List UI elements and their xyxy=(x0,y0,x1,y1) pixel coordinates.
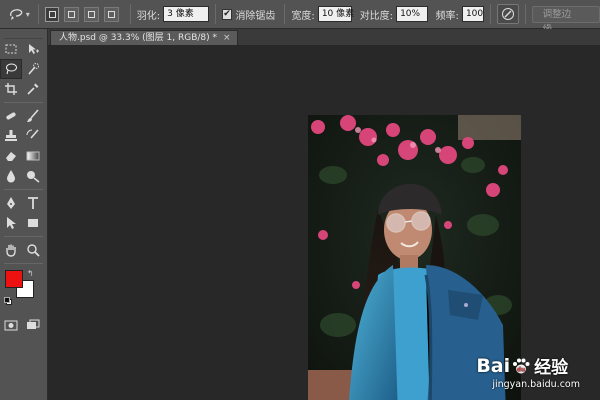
frequency-label: 频率: xyxy=(435,10,459,22)
document-tab-title: 人物.psd @ 33.3% (图层 1, RGB/8) * xyxy=(59,33,218,43)
svg-text:du: du xyxy=(517,366,526,373)
separator xyxy=(524,4,526,24)
spot-healing-tool-icon[interactable] xyxy=(0,106,22,126)
document-tab-strip: 人物.psd @ 33.3% (图层 1, RGB/8) * × xyxy=(48,29,600,45)
switch-colors-icon[interactable]: ↰ xyxy=(27,269,34,278)
frequency-input[interactable]: 100 xyxy=(461,6,484,22)
separator xyxy=(214,4,216,24)
crop-tool-icon[interactable] xyxy=(0,79,22,99)
zoom-tool-icon[interactable] xyxy=(22,240,44,260)
watermark-brand-suffix: 经验 xyxy=(534,358,569,378)
contrast-input[interactable]: 10% xyxy=(396,6,428,22)
canvas-area[interactable]: Bai du 经验 jingyan.baidu.com xyxy=(48,45,600,400)
separator xyxy=(489,4,491,24)
move-tool-icon[interactable] xyxy=(22,39,44,59)
add-to-selection-button[interactable] xyxy=(64,6,80,22)
blur-tool-icon[interactable] xyxy=(0,166,22,186)
tools-panel: ↰ xyxy=(0,29,48,400)
width-input[interactable]: 10 像素 xyxy=(317,6,354,22)
brush-tool-icon[interactable] xyxy=(22,106,44,126)
quick-mask-icon[interactable] xyxy=(0,315,22,335)
pen-pressure-icon xyxy=(501,8,514,20)
foreground-color-swatch[interactable] xyxy=(5,270,23,288)
subtract-from-selection-button[interactable] xyxy=(84,6,99,22)
history-brush-tool-icon[interactable] xyxy=(22,126,44,146)
contrast-label: 对比度: xyxy=(359,10,394,22)
path-selection-tool-icon[interactable] xyxy=(0,213,22,233)
magnetic-lasso-preset-icon[interactable]: ▾ xyxy=(6,3,32,25)
pen-tool-icon[interactable] xyxy=(0,193,22,213)
close-icon[interactable]: × xyxy=(223,33,231,43)
hand-tool-icon[interactable] xyxy=(0,240,22,260)
clone-stamp-tool-icon[interactable] xyxy=(0,126,22,146)
watermark: Bai du 经验 jingyan.baidu.com xyxy=(476,353,580,391)
watermark-url: jingyan.baidu.com xyxy=(492,379,580,390)
separator xyxy=(37,4,39,24)
new-selection-button[interactable] xyxy=(44,6,60,22)
color-swatches: ↰ xyxy=(0,267,47,311)
marquee-tool-icon[interactable] xyxy=(0,39,22,59)
dodge-tool-icon[interactable] xyxy=(22,166,44,186)
watermark-brand: Bai xyxy=(476,354,511,377)
gradient-tool-icon[interactable] xyxy=(22,146,44,166)
lasso-tool-icon[interactable] xyxy=(0,59,22,79)
separator xyxy=(129,4,131,24)
options-bar: ▾ 羽化: 3 像素 ✔ 消除锯齿 宽度: 10 像素 对比度: 10% 频率:… xyxy=(0,0,600,35)
width-label: 宽度: xyxy=(291,10,315,22)
intersect-selection-button[interactable] xyxy=(103,6,119,22)
quick-selection-tool-icon[interactable] xyxy=(22,59,44,79)
eraser-tool-icon[interactable] xyxy=(0,146,22,166)
type-tool-icon[interactable] xyxy=(22,193,44,213)
antialias-checkbox[interactable]: ✔ xyxy=(221,8,233,20)
eyedropper-tool-icon[interactable] xyxy=(22,79,44,99)
chevron-down-icon[interactable]: ▾ xyxy=(26,10,30,19)
antialias-label: 消除锯齿 xyxy=(235,10,276,22)
feather-input[interactable]: 3 像素 xyxy=(163,6,209,22)
default-colors-icon[interactable] xyxy=(4,297,12,305)
screen-mode-icon[interactable] xyxy=(22,315,44,335)
tablet-pressure-button[interactable] xyxy=(496,4,519,24)
rectangle-tool-icon[interactable] xyxy=(22,213,44,233)
panel-grip[interactable] xyxy=(4,31,43,39)
refine-edge-button[interactable]: 调整边缘... xyxy=(531,5,600,35)
document-tab[interactable]: 人物.psd @ 33.3% (图层 1, RGB/8) * × xyxy=(50,30,238,45)
feather-label: 羽化: xyxy=(136,10,161,22)
paw-logo-icon: du xyxy=(513,358,530,373)
separator xyxy=(284,4,286,24)
